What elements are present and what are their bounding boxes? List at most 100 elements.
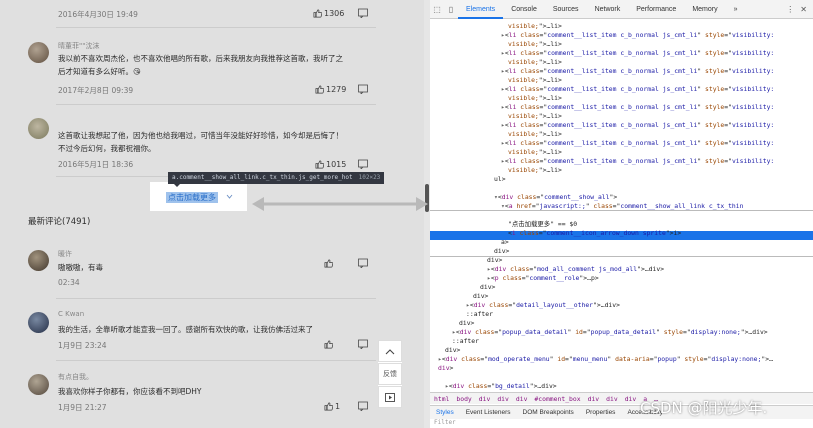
dom-node-line[interactable]: visible;">…li> xyxy=(508,58,562,67)
dom-node-line[interactable]: div> xyxy=(438,364,453,373)
thumbs-up-icon xyxy=(324,340,333,348)
breadcrumb-item[interactable]: div xyxy=(625,395,637,403)
dom-node-line[interactable]: ul> xyxy=(494,175,506,184)
dom-node-line[interactable]: ▸<li class="comment__list_item c_b_norma… xyxy=(501,49,774,58)
inspect-element-icon[interactable]: ⬚ xyxy=(430,2,444,16)
like-button[interactable]: 1279 xyxy=(315,84,347,94)
reply-icon[interactable] xyxy=(358,8,368,18)
latest-comment-3: 有点自我。 我喜欢你样子你都有，你应该看不到吧DHY 1月9日 21:27 1 xyxy=(28,370,378,418)
tab-properties[interactable]: Properties xyxy=(580,409,622,416)
dom-node-line[interactable]: ::after xyxy=(466,310,493,319)
comment-text: 我的生活，全靠听歌才能宣我一回了。感谢所有欢快的歌，让我仿佛活过来了 xyxy=(58,325,313,334)
breadcrumb-item[interactable]: div xyxy=(588,395,600,403)
dom-node-line[interactable]: visible;">…li> xyxy=(508,76,562,85)
styles-filter-input[interactable]: Filter xyxy=(430,419,813,428)
dom-node-line[interactable]: "点击加载更多" == $0 xyxy=(508,220,577,229)
like-button[interactable]: 1 xyxy=(324,401,356,411)
dom-node-line[interactable]: js_get_more_hot" style> xyxy=(501,211,590,220)
dom-node-line[interactable]: ▸<div class="detail_layout__other">…div> xyxy=(466,301,620,310)
dom-node-line[interactable]: visible;">…li> xyxy=(508,94,562,103)
tab-dom-breakpoints[interactable]: DOM Breakpoints xyxy=(517,409,580,416)
latest-comments-title: 最新评论(7491) xyxy=(28,217,91,227)
breadcrumb-item[interactable]: div xyxy=(606,395,618,403)
dom-node-line[interactable]: div> xyxy=(494,247,509,256)
tab-memory[interactable]: Memory xyxy=(684,0,725,19)
dom-node-line[interactable]: ::after xyxy=(452,337,479,346)
chevron-up-icon xyxy=(385,348,395,354)
kebab-menu-icon[interactable]: ⋮ xyxy=(786,5,794,14)
reply-icon[interactable] xyxy=(358,401,368,411)
double-arrow-annotation xyxy=(252,197,428,211)
reply-icon[interactable] xyxy=(358,84,368,94)
tab-console[interactable]: Console xyxy=(503,0,545,19)
dom-node-line[interactable]: ▸<li class="comment__list_item c_b_norma… xyxy=(501,85,774,94)
reply-icon[interactable] xyxy=(358,258,368,268)
video-button[interactable] xyxy=(378,386,402,408)
devtools-actions: ⋮ ✕ xyxy=(786,5,813,14)
dom-node-line[interactable]: ▸<li class="comment__list_item c_b_norma… xyxy=(501,121,774,130)
tab-performance[interactable]: Performance xyxy=(628,0,684,19)
dom-node-line[interactable]: ▸<li class="comment__list_item c_b_norma… xyxy=(501,67,774,76)
tab-more[interactable]: » xyxy=(726,0,746,19)
comment-username[interactable]: 暖许 xyxy=(58,249,72,259)
dom-node-line[interactable]: ▸<div class="mod_all_comment js_mod_all"… xyxy=(487,265,664,274)
reply-icon[interactable] xyxy=(358,159,368,169)
elements-tree: visible;">…li> ▸<li class="comment__list_… xyxy=(430,20,813,390)
dom-node-line[interactable]: visible;">…li> xyxy=(508,40,562,49)
dom-node-line[interactable]: visible;">…li> xyxy=(508,130,562,139)
devtools-panel: ⬚ ▯ Elements Console Sources Network Per… xyxy=(430,0,813,428)
dom-node-line[interactable]: a> xyxy=(501,238,509,247)
dom-node-line[interactable]: ▾<div class="comment__show_all"> xyxy=(494,193,617,202)
dom-node-line[interactable]: ▾<a href="javascript:;" class="comment__… xyxy=(501,202,743,211)
dom-node-line[interactable]: <i class="comment__icon_arrow_down sprit… xyxy=(508,229,681,238)
feedback-button[interactable]: 反馈 xyxy=(378,363,402,385)
breadcrumb-item[interactable]: #comment_box xyxy=(534,395,580,403)
tab-event-listeners[interactable]: Event Listeners xyxy=(460,409,517,416)
chevron-down-icon xyxy=(226,194,233,199)
breadcrumb-item[interactable]: body xyxy=(456,395,471,403)
breadcrumb-item[interactable]: div xyxy=(497,395,509,403)
dom-node-line[interactable]: ▸<li class="comment__list_item c_b_norma… xyxy=(501,31,774,40)
comment-username[interactable]: 晴董菲""沈沫 xyxy=(58,41,99,51)
scroll-top-button[interactable] xyxy=(378,340,402,362)
device-toolbar-icon[interactable]: ▯ xyxy=(444,2,458,16)
breadcrumb-item[interactable]: div xyxy=(479,395,491,403)
tooltip-size: 102×23 xyxy=(358,174,381,181)
dom-node-line[interactable]: ▸<div class="mod_operate_menu" id="menu_… xyxy=(438,355,773,364)
breadcrumb-item[interactable]: html xyxy=(434,395,449,403)
dom-node-line[interactable]: ▸<p class="comment__role">…p> xyxy=(487,274,599,283)
dom-node-line[interactable]: visible;">…li> xyxy=(508,22,562,31)
reply-icon[interactable] xyxy=(358,339,368,349)
dom-node-line[interactable]: ▸<li class="comment__list_item c_b_norma… xyxy=(501,139,774,148)
dom-node-line[interactable]: ▸<li class="comment__list_item c_b_norma… xyxy=(501,157,774,166)
dom-node-line[interactable]: ▸<div class="bg_detail">…div> xyxy=(445,382,557,391)
dom-node-line[interactable]: div> xyxy=(487,256,502,265)
like-button[interactable]: 1306 xyxy=(313,8,345,18)
comment-divider xyxy=(56,104,376,105)
dom-node-line[interactable]: visible;">…li> xyxy=(508,166,562,175)
dom-node-line[interactable]: div> xyxy=(459,319,474,328)
tab-elements[interactable]: Elements xyxy=(458,0,504,19)
close-icon[interactable]: ✕ xyxy=(800,5,807,14)
breadcrumb-item[interactable]: div xyxy=(516,395,528,403)
like-button[interactable] xyxy=(324,258,356,268)
dom-node-line[interactable]: visible;">…li> xyxy=(508,112,562,121)
dom-node-line[interactable]: div> xyxy=(480,283,495,292)
dom-node-line[interactable]: ▸<li class="comment__list_item c_b_norma… xyxy=(501,103,774,112)
comment-text: 我喜欢你样子你都有，你应该看不到吧DHY xyxy=(58,387,202,396)
show-more-link-highlight[interactable]: 点击加载更多 xyxy=(150,182,247,211)
dom-node-line[interactable]: div> xyxy=(445,346,460,355)
avatar xyxy=(28,42,49,63)
like-button[interactable]: 1015 xyxy=(315,159,347,169)
tab-sources[interactable]: Sources xyxy=(545,0,587,19)
comment-username[interactable]: C Kwan xyxy=(58,310,84,318)
show-more-link[interactable]: 点击加载更多 xyxy=(166,192,218,203)
comment-divider xyxy=(56,360,376,361)
comment-username[interactable]: 有点自我。 xyxy=(58,372,93,382)
tab-styles[interactable]: Styles xyxy=(430,409,460,416)
dom-node-line[interactable]: div> xyxy=(473,292,488,301)
dom-node-line[interactable]: visible;">…li> xyxy=(508,148,562,157)
tab-network[interactable]: Network xyxy=(587,0,629,19)
like-button[interactable] xyxy=(324,339,356,349)
dom-node-line[interactable]: ▸<div class="popup_data_detail" id="popu… xyxy=(452,328,768,337)
